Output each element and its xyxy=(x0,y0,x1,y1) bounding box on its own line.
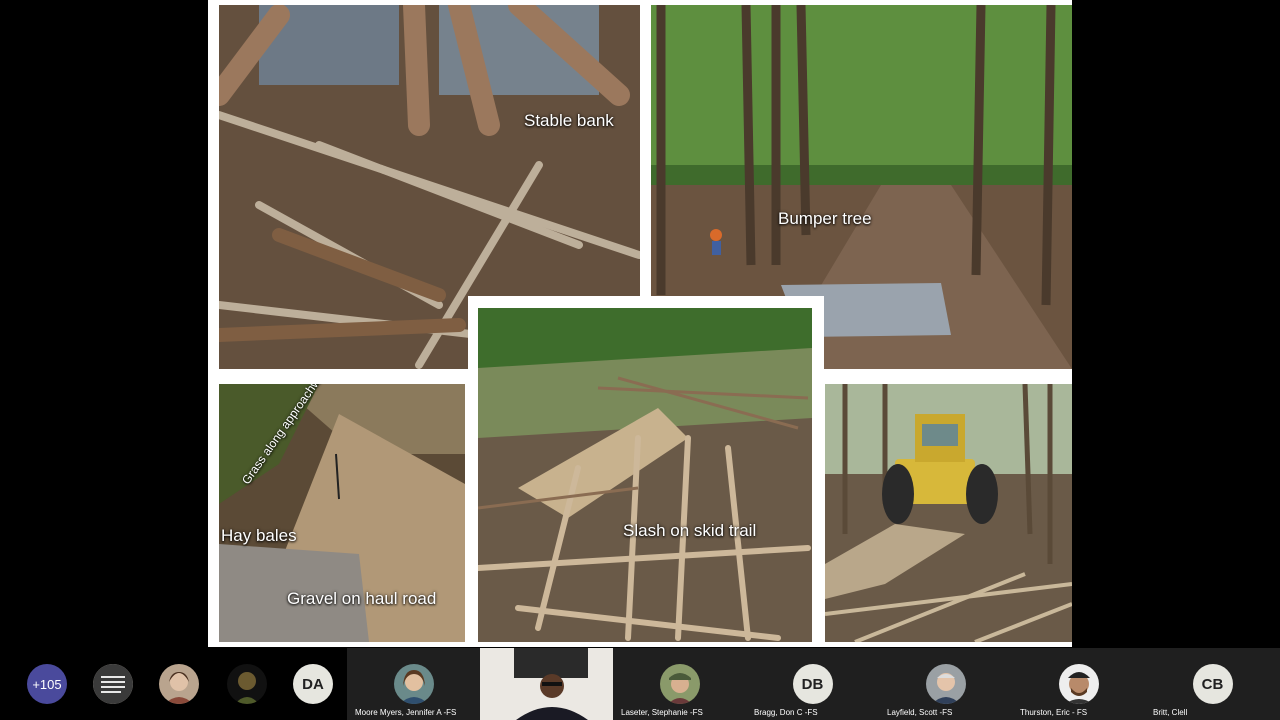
avatar-initials: DB xyxy=(792,664,833,704)
participant-name: Bragg, Don C -FS xyxy=(754,708,818,717)
overflow-count-badge[interactable]: +105 xyxy=(27,664,67,704)
participant-overflow-tile[interactable]: +105 xyxy=(20,648,74,720)
participant-tile[interactable] xyxy=(152,648,206,720)
participant-tile[interactable]: DA xyxy=(286,648,340,720)
participant-tile[interactable]: Layfield, Scott -FS xyxy=(879,648,1012,720)
participant-tile[interactable]: Laseter, Stephanie -FS xyxy=(613,648,746,720)
participant-name: Laseter, Stephanie -FS xyxy=(621,708,703,717)
photo-hay-bales: Hay bales Gravel on haul road Grass alon… xyxy=(219,384,465,642)
photo-skidder xyxy=(825,384,1072,642)
participant-tile[interactable]: CB Britt, Clell xyxy=(1145,648,1280,720)
avatar xyxy=(93,664,133,704)
participant-tile[interactable] xyxy=(86,648,140,720)
participant-name: Layfield, Scott -FS xyxy=(887,708,953,717)
participant-name: Britt, Clell xyxy=(1153,708,1188,717)
participant-tile[interactable]: Thurston, Eric - FS xyxy=(1012,648,1145,720)
photo-slash-skid-trail: Slash on skid trail xyxy=(468,296,824,646)
avatar xyxy=(159,664,199,704)
participant-tile[interactable]: DB Bragg, Don C -FS xyxy=(746,648,879,720)
participant-name: Moore Myers, Jennifer A -FS xyxy=(355,708,457,717)
participant-name: Thurston, Eric - FS xyxy=(1020,708,1088,717)
label-bumper-tree: Bumper tree xyxy=(778,209,872,228)
label-stable-bank: Stable bank xyxy=(524,111,614,130)
avatar-initials: DA xyxy=(293,664,333,704)
participant-video-tile[interactable] xyxy=(480,648,613,720)
avatar xyxy=(659,664,700,704)
avatar-initials: CB xyxy=(1192,664,1233,704)
participant-tile[interactable] xyxy=(220,648,274,720)
label-slash-skid-trail: Slash on skid trail xyxy=(623,521,757,540)
avatar xyxy=(227,664,267,704)
participant-tile[interactable]: Moore Myers, Jennifer A -FS xyxy=(347,648,480,720)
label-hay-bales: Hay bales xyxy=(221,526,297,545)
avatar xyxy=(393,664,434,704)
video-feed xyxy=(480,648,613,720)
participants-strip: +105 DA Moore Myers, Jennifer A -FS Lase… xyxy=(0,648,1280,720)
shared-slide: Stable bank Bumper tree Hay bales Gravel… xyxy=(208,0,1072,647)
avatar xyxy=(1058,664,1099,704)
avatar xyxy=(925,664,966,704)
label-gravel-haul-road: Gravel on haul road xyxy=(287,589,437,608)
